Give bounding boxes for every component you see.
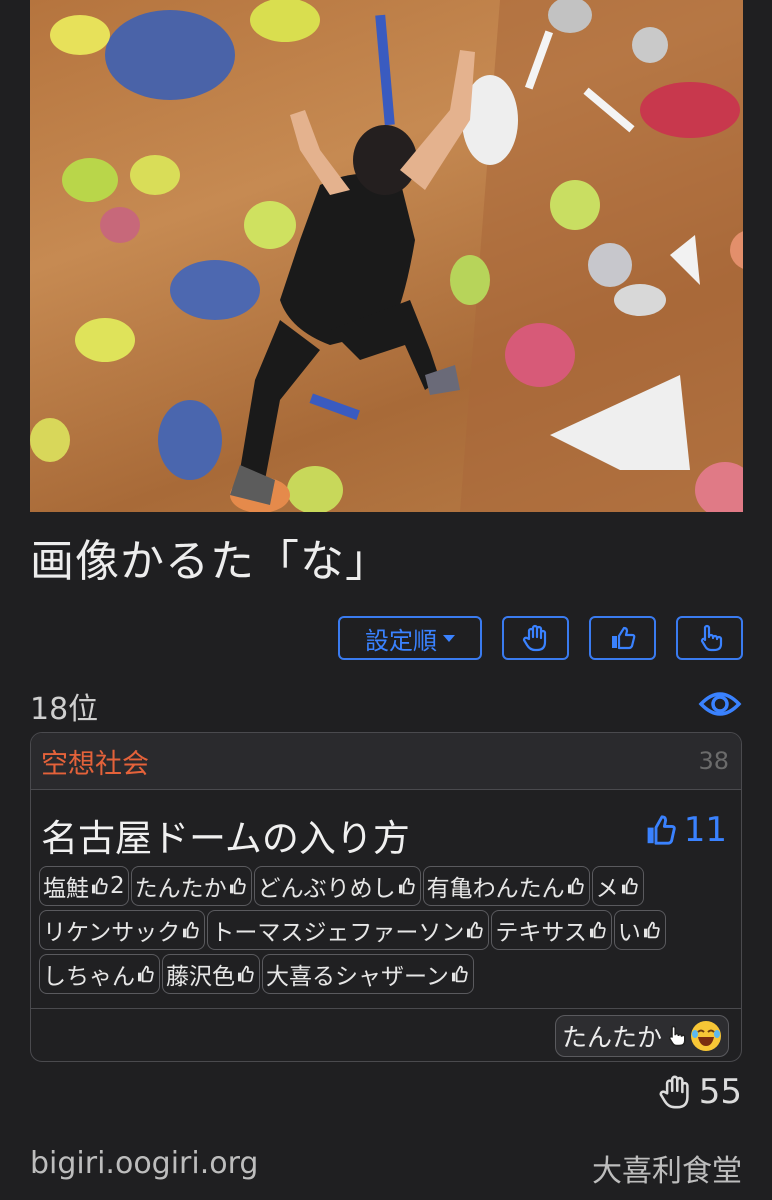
raised-hand-icon (659, 1075, 689, 1109)
site-url[interactable]: bigiri.oogiri.org (30, 1146, 258, 1181)
post-photo (30, 0, 743, 512)
voter-chip[interactable]: トーマスジェファーソン (207, 910, 490, 950)
rank-label: 18位 (30, 692, 99, 727)
answer-text: 名古屋ドームの入り方 (41, 817, 410, 860)
card-body: 名古屋ドームの入り方 11 塩鮭 2 たんたか どんぶりめし 有亀わんたん メリケンサック… (31, 790, 741, 1009)
thumbs-up-icon (183, 921, 200, 939)
voter-name: 大喜るシャザーン (266, 964, 449, 990)
thumbs-up-filter-button[interactable] (589, 616, 656, 660)
laughing-emoji-icon (691, 1021, 721, 1051)
voter-chip[interactable]: リケンサック (39, 910, 206, 950)
voter-name: たんたか (134, 876, 227, 902)
thumbs-up-icon (647, 815, 676, 845)
brand-name: 大喜利食堂 (592, 1154, 742, 1189)
voter-name: い (617, 920, 641, 946)
thumbs-up-icon (229, 877, 246, 895)
like-count-badge[interactable]: 11 (644, 810, 727, 850)
pointing-hand-icon (668, 1025, 686, 1047)
voter-chip[interactable]: メ (591, 866, 644, 906)
voter-chip[interactable]: 藤沢色 (162, 954, 260, 994)
voter-chip[interactable]: 塩鮭 2 (39, 866, 129, 906)
voter-chip[interactable]: たんたか (130, 866, 252, 906)
thumbs-up-icon (92, 877, 108, 895)
sort-toolbar: 設定順 (338, 616, 743, 660)
raised-hand-icon (522, 624, 546, 652)
raised-hand-count[interactable]: 55 (657, 1072, 742, 1112)
thumbs-up-icon (567, 877, 584, 895)
chevron-down-icon (443, 634, 455, 642)
thumbs-up-icon (643, 921, 660, 939)
view-toggle-button[interactable] (698, 684, 742, 728)
voter-name: しちゃん (43, 964, 135, 990)
voter-list: 塩鮭 2 たんたか どんぶりめし 有亀わんたん メリケンサック トーマスジェファーソン テキサ… (39, 866, 733, 994)
thumbs-up-icon (451, 965, 468, 983)
voter-name: テキサス (495, 920, 587, 946)
voter-name: リケンサック (43, 920, 181, 946)
voter-name: どんぶりめし (257, 876, 396, 902)
voter-name: 有亀わんたん (426, 876, 565, 902)
thumbs-up-icon (467, 921, 484, 939)
voter-chip[interactable]: どんぶりめし (253, 866, 421, 906)
reaction-user-name: たんたか (561, 1023, 662, 1052)
voter-chip[interactable]: テキサス (491, 910, 612, 950)
thumbs-up-icon (621, 877, 638, 895)
thumbs-up-icon (238, 965, 254, 983)
climber-figure (230, 50, 475, 505)
voter-chip[interactable]: 大喜るシャザーン (262, 954, 474, 994)
voter-chip[interactable]: しちゃん (39, 954, 160, 994)
voter-like-count: 2 (110, 873, 125, 899)
thumbs-up-icon (611, 626, 635, 650)
answer-card: 空想社会 38 名古屋ドームの入り方 11 塩鮭 2 たんたか どんぶりめし 有亀わんた… (30, 732, 742, 1062)
reaction-chip[interactable]: たんたか (554, 1015, 729, 1057)
raised-hand-filter-button[interactable] (502, 616, 569, 660)
climbing-wall-illustration (30, 0, 743, 512)
voter-chip[interactable]: い (613, 910, 666, 950)
sort-order-button[interactable]: 設定順 (338, 616, 482, 660)
like-count: 11 (683, 810, 727, 850)
sort-order-label: 設定順 (365, 626, 437, 655)
thumbs-up-icon (398, 877, 415, 895)
thumbs-up-icon (589, 921, 606, 939)
voter-name: 藤沢色 (166, 964, 235, 990)
pointing-up-hand-icon (700, 624, 722, 652)
card-header: 空想社会 38 (31, 733, 741, 790)
page-title: 画像かるた「な」 (30, 536, 390, 587)
raised-hand-count-value: 55 (698, 1072, 742, 1112)
card-footer: たんたか (31, 1009, 741, 1061)
voter-name: 塩鮭 (43, 876, 89, 902)
eye-icon (698, 692, 742, 716)
voter-name: メ (595, 876, 619, 902)
pointing-hand-filter-button[interactable] (676, 616, 743, 660)
category-label[interactable]: 空想社会 (41, 742, 149, 781)
answer-count: 38 (698, 747, 729, 775)
thumbs-up-icon (138, 965, 154, 983)
voter-name: トーマスジェファーソン (211, 920, 465, 946)
voter-chip[interactable]: 有亀わんたん (422, 866, 590, 906)
